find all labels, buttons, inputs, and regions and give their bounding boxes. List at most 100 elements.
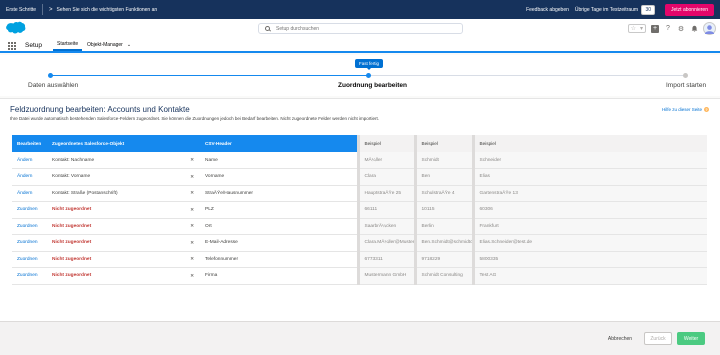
row-example-2: Schmidt Consulting: [413, 267, 473, 285]
cancel-button[interactable]: Abbrechen: [602, 332, 638, 345]
help-icon[interactable]: ?: [664, 25, 672, 33]
close-icon[interactable]: ✕: [190, 190, 194, 196]
row-csv-header-cell: Firma: [200, 267, 358, 285]
help-link[interactable]: Hilfe zu dieser Seite ?: [662, 107, 709, 112]
change-mapping-link[interactable]: Ändern: [17, 191, 32, 196]
table-row: Ändern Kontakt: Straße (Postanschrift) ✕ St…: [12, 185, 707, 202]
page-title: Feldzuordnung bearbeiten: Accounts und K…: [10, 105, 190, 114]
column-header-example-1: Beispiel: [356, 135, 415, 152]
mapped-object-label: Nicht zugeordnet: [52, 207, 92, 213]
close-icon[interactable]: ✕: [190, 157, 194, 163]
field-mapping-table: Bearbeiten Zugeordnetes Salesforce-Objek…: [12, 135, 707, 285]
change-mapping-link[interactable]: Ändern: [17, 158, 32, 163]
trial-bar: Erste Schritte > Sehen Sie sich die wich…: [0, 0, 720, 19]
mapped-object-label: Kontakt: Vorname: [52, 174, 91, 180]
row-example-1: Mustermann GmbH: [356, 267, 415, 285]
close-icon[interactable]: ✕: [190, 256, 194, 262]
row-object-cell: Nicht zugeordnet ✕: [47, 234, 200, 252]
feedback-link[interactable]: Feedback abgeben: [526, 7, 569, 13]
close-icon[interactable]: ✕: [190, 273, 194, 279]
row-object-cell: Nicht zugeordnet ✕: [47, 251, 200, 268]
close-icon[interactable]: ✕: [190, 240, 194, 246]
chevron-down-icon[interactable]: ⌄: [127, 42, 131, 48]
column-header-object: Zugeordnetes Salesforce-Objekt: [47, 135, 200, 152]
bell-icon[interactable]: [690, 25, 698, 33]
step-label-select-data: Daten auswählen: [28, 82, 79, 89]
divider: [42, 4, 44, 15]
search-input[interactable]: [276, 25, 456, 32]
row-example-2: Berlin: [413, 218, 473, 235]
row-object-cell: Nicht zugeordnet ✕: [47, 201, 200, 219]
row-example-2: Ben.Schmidt@schmidtconsulting: [413, 234, 473, 252]
map-field-link[interactable]: Zuordnen: [17, 224, 38, 229]
star-icon[interactable]: ☆: [629, 25, 638, 33]
app-launcher-icon[interactable]: [8, 42, 16, 50]
row-action-cell: Ändern: [12, 185, 47, 202]
row-example-1: SaarbrÃ¼cken: [356, 218, 415, 235]
trial-days-text: Übrige Tage im Testzeitraum: [574, 6, 639, 13]
footer: Abbrechen Zurück Weiter: [0, 321, 720, 355]
tab-home[interactable]: Startseite: [53, 39, 83, 51]
table-row: Zuordnen Nicht zugeordnet ✕ E-Mail-Adresse C…: [12, 234, 707, 252]
trial-days-label: Übrige Tage im Testzeitraum 30: [574, 4, 656, 15]
row-example-2: SchulstraÃŸe 4: [413, 185, 473, 202]
map-field-link[interactable]: Zuordnen: [17, 207, 38, 212]
mapped-object-label: Nicht zugeordnet: [52, 256, 92, 262]
table-row: Zuordnen Nicht zugeordnet ✕ PLZ 66111 10115 60…: [12, 201, 707, 219]
row-object-cell: Nicht zugeordnet ✕: [47, 267, 200, 285]
help-link-text[interactable]: Hilfe zu dieser Seite: [662, 107, 702, 112]
help-circle-icon[interactable]: ?: [704, 107, 709, 112]
table-row: Zuordnen Nicht zugeordnet ✕ Firma Mustermann…: [12, 267, 707, 285]
column-header-example-3: Beispiel: [471, 135, 707, 152]
step-marker-3: [683, 73, 688, 78]
progress-bar-remaining: [368, 75, 685, 76]
row-csv-header-cell: Name: [200, 152, 358, 169]
global-actions-icon[interactable]: +: [651, 24, 659, 33]
subscribe-button[interactable]: Jetzt abonnieren: [665, 3, 714, 16]
row-example-2: Ben: [413, 168, 473, 186]
chevron-right-icon: >: [49, 6, 53, 13]
close-icon[interactable]: ✕: [190, 207, 194, 213]
first-steps-link[interactable]: Erste Schritte: [6, 7, 36, 13]
salesforce-logo[interactable]: [5, 21, 26, 36]
step-marker-2: [366, 73, 371, 78]
setup-search[interactable]: [258, 23, 463, 34]
avatar[interactable]: [703, 22, 716, 35]
row-example-1: 66111: [356, 201, 415, 219]
mapped-object-label: Kontakt: Nachname: [52, 157, 95, 163]
tab-object-manager-label: Objekt-Manager: [87, 42, 123, 48]
next-button[interactable]: Weiter: [677, 332, 705, 345]
row-example-3: GartenstraÃŸe 13: [471, 185, 707, 202]
map-field-link[interactable]: Zuordnen: [17, 240, 38, 245]
row-action-cell: Zuordnen: [12, 267, 47, 285]
row-example-3: Test AG: [471, 267, 707, 285]
header-icons: ☆ ▾ + ? ⚙: [627, 22, 716, 35]
step-label-start-import: Import starten: [666, 82, 707, 89]
gear-icon[interactable]: ⚙: [677, 25, 685, 33]
close-icon[interactable]: ✕: [190, 223, 194, 229]
change-mapping-link[interactable]: Ändern: [17, 174, 32, 179]
row-object-cell: Kontakt: Nachname ✕: [47, 152, 200, 169]
mapping-panel: Feldzuordnung bearbeiten: Accounts und K…: [0, 98, 720, 321]
favorites-group[interactable]: ☆ ▾: [627, 24, 646, 33]
map-field-link[interactable]: Zuordnen: [17, 273, 38, 278]
row-csv-header-cell: PLZ: [200, 201, 358, 219]
close-icon[interactable]: ✕: [190, 174, 194, 180]
row-action-cell: Zuordnen: [12, 251, 47, 268]
row-example-2: Schmidt: [413, 152, 473, 169]
progress-tooltip: Fast fertig: [355, 59, 384, 70]
map-field-link[interactable]: Zuordnen: [17, 257, 38, 262]
table-header-row: Bearbeiten Zugeordnetes Salesforce-Objek…: [12, 135, 707, 152]
trial-message-link[interactable]: Sehen Sie sich die wichtigsten Funktione…: [57, 7, 158, 13]
favorites-dropdown-icon[interactable]: ▾: [638, 25, 645, 33]
row-object-cell: Kontakt: Vorname ✕: [47, 168, 200, 186]
tab-object-manager[interactable]: Objekt-Manager ⌄: [87, 39, 131, 51]
table-row: Ändern Kontakt: Vorname ✕ Vorname Clara Ben El…: [12, 168, 707, 186]
row-example-3: Frankfurt: [471, 218, 707, 235]
row-csv-header-cell: Telefonnummer: [200, 251, 358, 268]
step-marker-1: [48, 73, 53, 78]
mapped-object-label: Nicht zugeordnet: [52, 273, 92, 279]
back-button[interactable]: Zurück: [644, 332, 672, 345]
column-header-csv: CSV-Header: [200, 135, 358, 152]
row-action-cell: Zuordnen: [12, 218, 47, 235]
